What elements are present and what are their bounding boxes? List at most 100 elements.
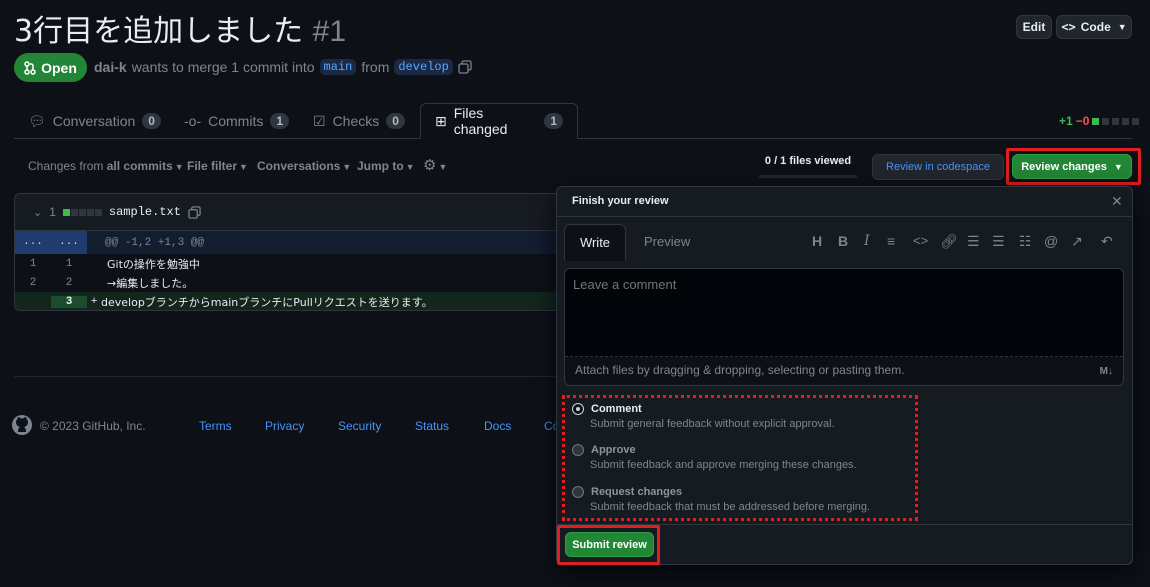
close-icon[interactable]: ✕ [1111, 193, 1123, 210]
github-logo-icon[interactable] [11, 414, 33, 436]
heading-icon[interactable]: H [812, 233, 822, 249]
option-request-changes[interactable]: Request changes Submit feedback that mus… [572, 486, 870, 513]
bold-icon[interactable]: B [838, 233, 848, 249]
change-count: 1 [49, 205, 56, 219]
meta-text: wants to merge 1 commit into [131, 59, 315, 75]
radio-comment[interactable] [572, 403, 584, 415]
comment-textarea[interactable] [565, 269, 1123, 357]
mention-icon[interactable]: @ [1044, 233, 1058, 249]
comment-editor: Attach files by dragging & dropping, sel… [564, 268, 1124, 386]
review-codespace-label: Review in codespace [886, 161, 990, 173]
conversations-dropdown[interactable]: Conversations ▼ [257, 159, 351, 173]
option-label: Request changes [591, 486, 683, 498]
review-changes-button[interactable]: Review changes ▼ [1012, 154, 1132, 179]
chevron-down-icon[interactable]: ⌄ [33, 206, 42, 219]
preview-tab[interactable]: Preview [644, 234, 690, 249]
expand-up-button[interactable]: ... [15, 231, 51, 254]
review-panel-title: Finish your review [572, 195, 669, 207]
file-name[interactable]: sample.txt [109, 205, 181, 219]
author-link[interactable]: dai-k [94, 59, 127, 75]
chevron-down-icon: ▼ [174, 162, 184, 172]
tab-files-changed[interactable]: ⊞ Files changed 1 [420, 103, 578, 139]
base-branch[interactable]: main [319, 59, 357, 75]
footer-link-docs[interactable]: Docs [484, 419, 511, 433]
chevron-down-icon: ▼ [405, 162, 415, 172]
panel-divider [557, 216, 1132, 217]
copy-icon[interactable] [188, 205, 201, 219]
comment-icon: 💬︎ [28, 112, 46, 129]
radio-request-changes[interactable] [572, 486, 584, 498]
edit-button[interactable]: Edit [1016, 15, 1052, 39]
cross-reference-icon[interactable]: ↗ [1071, 233, 1083, 250]
radio-approve[interactable] [572, 444, 584, 456]
new-line-number[interactable]: 2 [51, 277, 87, 289]
unordered-list-icon[interactable]: ☰ [967, 233, 980, 250]
new-line-number[interactable]: 3 [51, 295, 87, 308]
review-in-codespace-button[interactable]: Review in codespace [872, 154, 1004, 180]
tab-label: Checks [332, 113, 380, 129]
changes-from-label: Changes from [28, 159, 104, 173]
italic-icon[interactable]: I [864, 233, 870, 249]
jump-to-dropdown[interactable]: Jump to ▼ [357, 159, 415, 173]
chevron-down-icon: ▼ [342, 162, 352, 172]
line-text: Gitの操作を勉強中 [107, 257, 200, 271]
markdown-icon[interactable]: M↓ [1100, 366, 1113, 377]
diff-sign: + [90, 295, 98, 308]
tab-count: 0 [386, 113, 405, 129]
conversations-label: Conversations [257, 159, 341, 173]
footer-link-status[interactable]: Status [415, 419, 449, 433]
new-line-number[interactable]: 1 [51, 258, 87, 270]
tab-checks[interactable]: ☑ Checks 0 [299, 103, 419, 139]
file-filter-label: File filter [187, 159, 238, 173]
code-label: Code [1080, 20, 1111, 34]
tab-count: 0 [142, 113, 161, 129]
write-tab[interactable]: Write [564, 224, 626, 261]
files-viewed-text: 0 / 1 files viewed [764, 155, 852, 167]
old-line-number[interactable]: 2 [15, 277, 51, 289]
chevron-down-icon: ▼ [239, 162, 248, 172]
edit-label: Edit [1022, 20, 1046, 34]
head-branch[interactable]: develop [394, 59, 453, 75]
settings-dropdown[interactable]: ⚙ ▼ [423, 156, 447, 174]
tab-label: Files changed [453, 105, 508, 137]
tab-label: Conversation [52, 113, 136, 129]
file-filter-dropdown[interactable]: File filter ▼ [187, 159, 248, 173]
tab-count: 1 [270, 113, 290, 129]
option-desc: Submit general feedback without explicit… [590, 418, 835, 430]
task-list-icon[interactable]: ☷ [1019, 233, 1032, 250]
footer-link-privacy[interactable]: Privacy [265, 419, 304, 433]
quote-icon[interactable]: ≡ [887, 233, 895, 249]
code-icon[interactable]: <> [913, 233, 928, 248]
footer-divider [14, 376, 556, 377]
footer-link-security[interactable]: Security [338, 419, 381, 433]
attach-files-hint[interactable]: Attach files by dragging & dropping, sel… [575, 363, 905, 377]
changes-from-dropdown[interactable]: Changes from all commits ▼ [28, 159, 184, 173]
hunk-text: @@ -1,2 +1,3 @@ [105, 236, 205, 249]
ordered-list-icon[interactable]: ☰ [992, 233, 1005, 250]
submit-review-button[interactable]: Submit review [565, 532, 654, 557]
code-icon: <> [1061, 20, 1076, 34]
copyright: © 2023 GitHub, Inc. [40, 419, 146, 433]
files-viewed-progress: 0 / 1 files viewed [759, 155, 857, 178]
option-approve[interactable]: Approve Submit feedback and approve merg… [572, 444, 857, 471]
tab-conversation[interactable]: 💬︎ Conversation 0 [14, 103, 175, 139]
code-button[interactable]: <> Code ▼ [1056, 15, 1132, 39]
option-label: Approve [591, 444, 636, 456]
copy-icon[interactable] [458, 60, 472, 74]
option-comment[interactable]: Comment Submit general feedback without … [572, 403, 835, 430]
undo-icon[interactable]: ↶ [1101, 233, 1113, 250]
diffstat-added: +1 [1059, 114, 1073, 128]
diffstat: +1 −0 [1059, 114, 1140, 128]
chevron-down-icon: ▼ [1113, 161, 1123, 172]
link-icon[interactable]: 🔗︎ [940, 233, 958, 250]
diffstat-bar [62, 208, 102, 216]
all-commits-label: all commits [106, 159, 173, 173]
option-label: Comment [591, 403, 642, 415]
expand-down-button[interactable]: ... [51, 231, 87, 254]
option-desc: Submit feedback that must be addressed b… [590, 501, 871, 513]
chevron-down-icon: ▼ [438, 162, 448, 172]
line-text: developブランチからmainブランチにPullリクエストを送ります。 [101, 295, 433, 309]
tab-commits[interactable]: -o- Commits 1 [170, 103, 303, 139]
footer-link-terms[interactable]: Terms [199, 419, 232, 433]
old-line-number[interactable]: 1 [15, 258, 51, 270]
